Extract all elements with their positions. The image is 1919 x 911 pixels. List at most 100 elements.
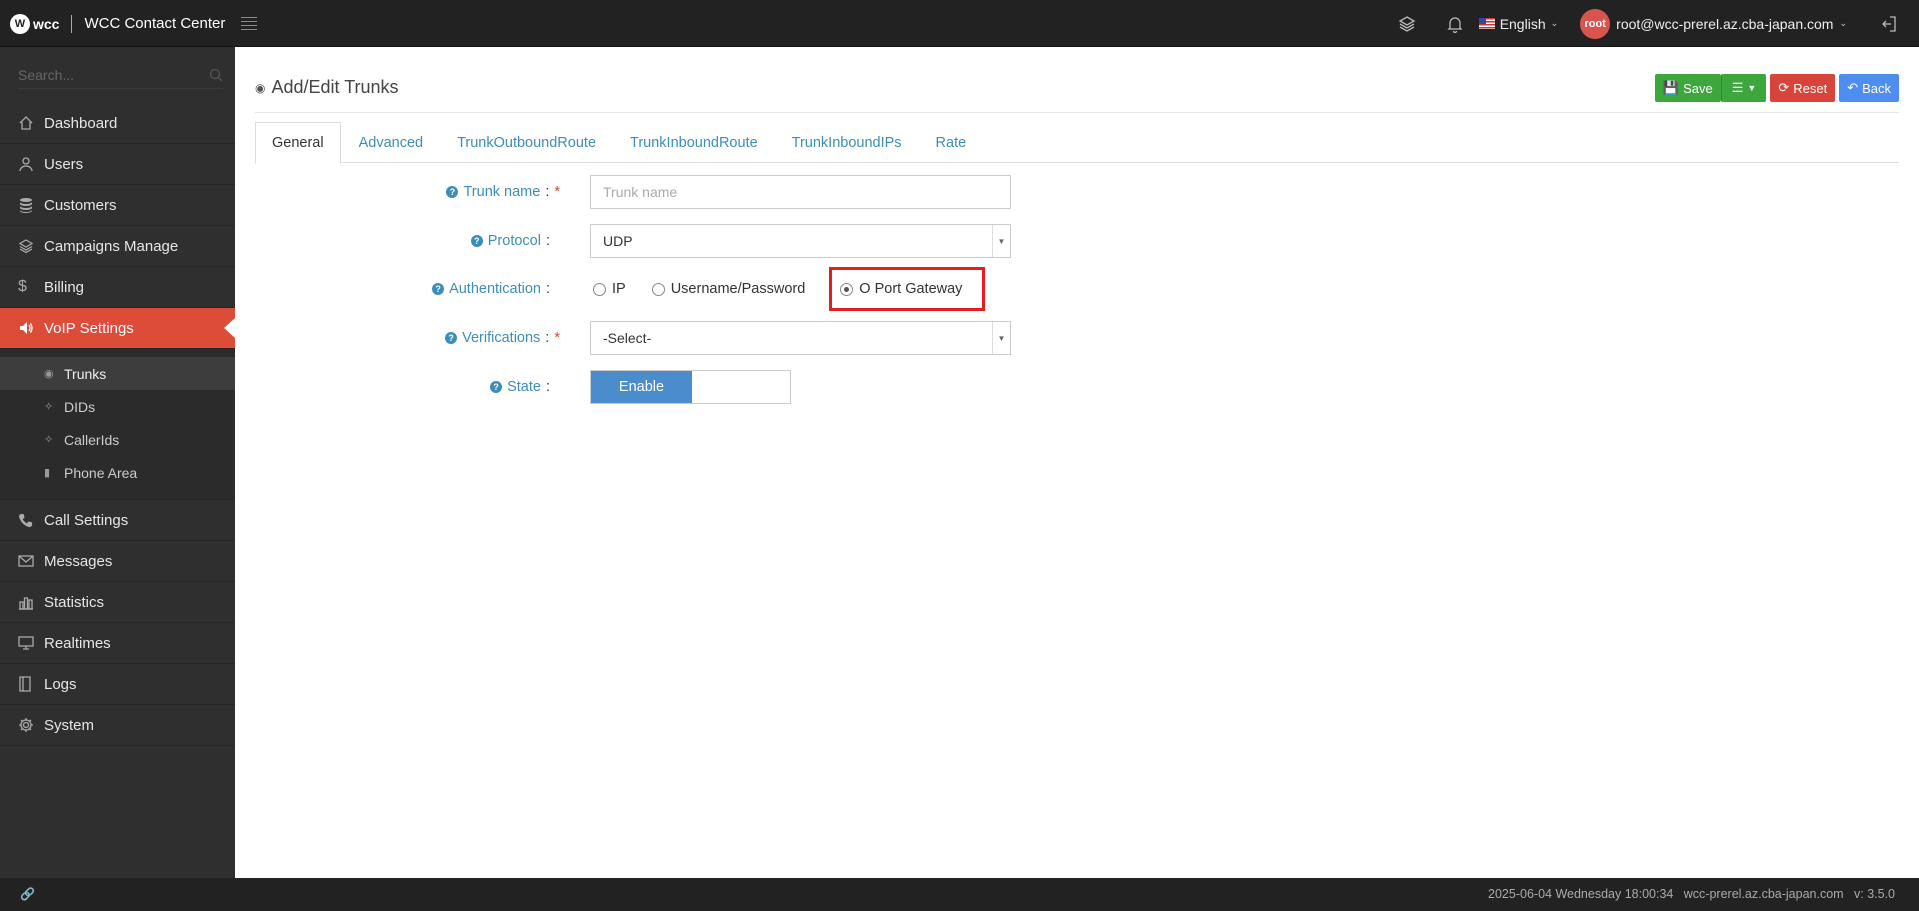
top-navbar: Wwcc WCC Contact Center English ⌄ root r… [0,0,1919,47]
sidebar-item-realtimes[interactable]: Realtimes [0,623,235,664]
main-content: ◉ Add/Edit Trunks 💾 Save ☰ ▼ ⟳ Reset ↶ B [235,47,1919,878]
authentication-label: ? Authentication: [260,281,560,297]
form-row-authentication: ? Authentication: IP Username/Password O… [235,267,1235,311]
radio-button[interactable] [593,282,606,296]
phone-icon [18,513,44,528]
help-icon[interactable]: ? [446,186,459,198]
monitor-icon [18,635,44,651]
home-icon [18,115,44,131]
layers-icon [18,238,44,254]
tab-general[interactable]: General [255,122,341,164]
footer-info: 2025-06-04 Wednesday 18:00:34 wcc-prerel… [1488,887,1895,901]
dashboard-icon: ◉ [255,80,266,95]
sidebar-item-dashboard[interactable]: Dashboard [0,103,235,144]
brand[interactable]: Wwcc WCC Contact Center [10,0,258,47]
verifications-label: ? Verifications: * [260,330,560,346]
sidebar-item-logs[interactable]: Logs [0,664,235,705]
state-label: ? State: [260,379,560,395]
dropdown-arrow-icon: ▼ [992,225,1010,257]
user-icon [18,156,44,172]
gear-icon [18,717,44,733]
logout-icon[interactable] [1869,15,1909,33]
state-toggle-enable[interactable]: Enable [591,371,692,403]
page-title: ◉ Add/Edit Trunks [255,77,399,97]
save-icon: 💾 [1662,80,1680,95]
dollar-icon: $ [18,278,27,295]
radio-button[interactable] [651,282,665,296]
tab-advanced[interactable]: Advanced [343,122,440,163]
search-input[interactable]: Search... [18,67,74,83]
back-button[interactable]: ↶ Back [1839,74,1899,102]
verifications-select[interactable]: -Select- ▼ [590,321,1011,355]
help-icon[interactable]: ? [445,332,458,344]
search-icon [209,68,223,81]
tab-trunk-inbound-ips[interactable]: TrunkInboundIPs [776,122,918,163]
refresh-icon: ⟳ [1778,80,1790,95]
bell-icon[interactable] [1431,15,1479,33]
sidebar-subitem-phone-area[interactable]: ▮ Phone Area [0,456,235,489]
menu-toggle-icon[interactable] [241,17,258,30]
save-button[interactable]: 💾 Save [1654,74,1721,102]
form-row-verifications: ? Verifications: * -Select- ▼ [235,321,1235,355]
avatar: root [1580,8,1611,39]
auth-option-o-port-gateway[interactable]: O Port Gateway [829,267,986,311]
envelope-icon [18,554,44,568]
tab-trunk-inbound-route[interactable]: TrunkInboundRoute [614,122,774,163]
database-icon [18,197,44,213]
form-row-trunk-name: ? Trunk name: * Trunk name [235,175,1235,209]
app-title: WCC Contact Center [84,15,226,32]
brand-logo: Wwcc [10,13,59,34]
save-options-button[interactable]: ☰ ▼ [1720,74,1767,102]
auth-option-ip[interactable]: IP [593,281,626,297]
chevron-down-icon: ▼ [1747,83,1757,93]
tab-trunk-outbound-route[interactable]: TrunkOutboundRoute [441,122,612,163]
help-icon[interactable]: ? [432,283,445,295]
voip-submenu: ◉ Trunks ✧ DIDs ✧ CallerIds ▮ Phone Area [0,349,235,500]
reply-icon: ↶ [1847,80,1859,95]
authentication-radio-group: IP Username/Password O Port Gateway [593,267,1011,311]
radio-button-selected[interactable] [840,282,854,296]
sidebar-subitem-callerids[interactable]: ✧ CallerIds [0,423,235,456]
link-icon[interactable]: 🔗 [20,887,35,901]
sidebar-item-messages[interactable]: Messages [0,541,235,582]
sidebar-item-users[interactable]: Users [0,144,235,185]
dropdown-arrow-icon: ▼ [992,322,1010,354]
user-email: root@wcc-prerel.az.cba-japan.com [1616,15,1834,32]
form-row-state: ? State: Enable [235,370,1235,404]
sidebar-subitem-dids[interactable]: ✧ DIDs [0,390,235,423]
crosshair-icon: ✧ [44,401,54,413]
page-header: ◉ Add/Edit Trunks 💾 Save ☰ ▼ ⟳ Reset ↶ B [255,74,1899,113]
trunk-name-input[interactable]: Trunk name [590,175,1011,209]
user-menu[interactable]: root root@wcc-prerel.az.cba-japan.com ⌄ [1580,8,1847,39]
tab-rate[interactable]: Rate [920,122,983,163]
language-selector[interactable]: English ⌄ [1478,16,1559,32]
dashboard-icon: ◉ [44,368,54,380]
chevron-down-icon: ⌄ [1550,18,1559,28]
toolbar: 💾 Save ☰ ▼ ⟳ Reset ↶ Back [1654,74,1899,102]
chevron-down-icon: ⌄ [1839,18,1847,28]
sidebar-item-statistics[interactable]: Statistics [0,582,235,623]
sidebar-item-billing[interactable]: $ Billing [0,267,235,308]
auth-option-username-password[interactable]: Username/Password [651,281,805,297]
sidebar-subitem-trunks[interactable]: ◉ Trunks [0,357,235,390]
help-icon[interactable]: ? [490,381,503,393]
reset-button[interactable]: ⟳ Reset [1770,74,1836,102]
protocol-select[interactable]: UDP ▼ [590,224,1011,258]
book-icon: ▮ [44,467,51,479]
sidebar-item-call-settings[interactable]: Call Settings [0,500,235,541]
state-toggle[interactable]: Enable [590,370,791,404]
sidebar-item-voip-settings[interactable]: VoIP Settings [0,308,235,349]
help-icon[interactable]: ? [470,235,483,247]
sidebar-item-system[interactable]: System [0,705,235,746]
sidebar-item-campaigns-manage[interactable]: Campaigns Manage [0,226,235,267]
sidebar-item-customers[interactable]: Customers [0,185,235,226]
tab-bar: General Advanced TrunkOutboundRoute Trun… [255,122,1899,164]
bar-chart-icon [18,594,44,610]
footer: 🔗 2025-06-04 Wednesday 18:00:34 wcc-prer… [0,878,1919,911]
trunk-name-label: ? Trunk name: * [260,184,560,200]
list-icon: ☰ [1731,80,1744,95]
layers-icon[interactable] [1383,15,1431,33]
volume-icon [18,320,44,336]
sidebar-search[interactable]: Search... [18,61,223,89]
protocol-label: ? Protocol: [260,233,560,249]
